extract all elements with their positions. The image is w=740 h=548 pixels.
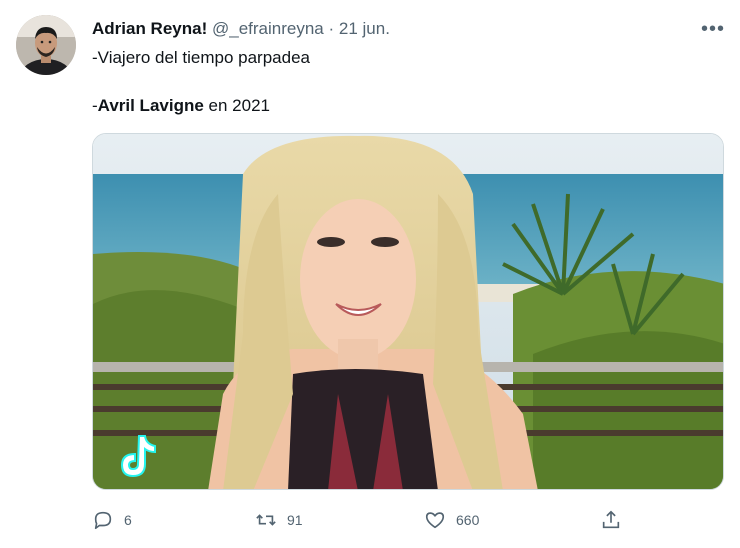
reply-count: 6 — [124, 512, 132, 528]
tweet-text-suffix: en 2021 — [203, 96, 270, 115]
author-display-name[interactable]: Adrian Reyna! — [92, 19, 207, 38]
share-icon — [602, 510, 620, 529]
author-handle[interactable]: @_efrainreyna — [212, 19, 324, 38]
tweet-header: Adrian Reyna! @_efrainreyna · 21 jun. — [92, 18, 390, 40]
tweet-date[interactable]: 21 jun. — [339, 19, 390, 38]
more-options-icon[interactable]: ••• — [698, 16, 728, 42]
retweet-button[interactable]: 91 — [255, 505, 303, 535]
tweet-media-photo[interactable] — [92, 133, 724, 490]
tweet: Adrian Reyna! @_efrainreyna · 21 jun. ••… — [0, 0, 740, 548]
tweet-actions: 6 91 660 — [92, 505, 722, 535]
retweet-icon — [256, 514, 276, 526]
tweet-text-bold-name: Avril Lavigne — [97, 96, 204, 115]
share-button[interactable] — [600, 505, 622, 535]
tweet-text-line-2: -Avril Lavigne en 2021 — [92, 95, 270, 117]
retweet-count: 91 — [287, 512, 303, 528]
reply-icon — [94, 511, 112, 530]
heart-icon — [425, 512, 445, 529]
avatar[interactable] — [16, 15, 76, 75]
like-button[interactable]: 660 — [424, 505, 479, 535]
reply-button[interactable]: 6 — [92, 505, 132, 535]
separator-dot: · — [328, 19, 335, 38]
like-count: 660 — [456, 512, 480, 528]
tweet-text-line-1: -Viajero del tiempo parpadea — [92, 48, 310, 67]
